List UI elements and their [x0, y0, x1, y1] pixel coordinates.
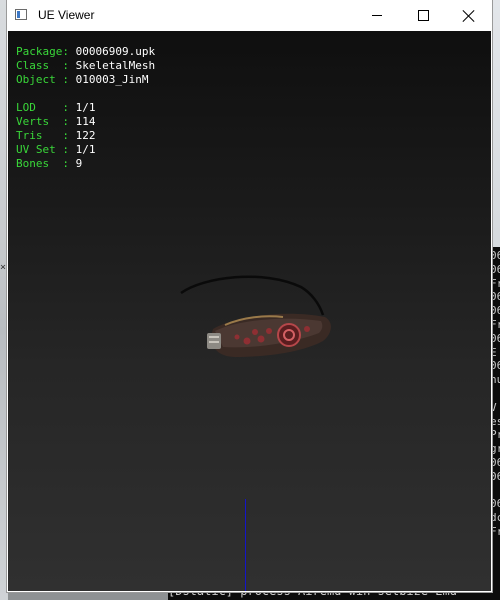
- stat-row-uv-set: UV Set : 1/1: [16, 143, 96, 156]
- 3d-viewport[interactable]: Package: 00006909.upk Class : SkeletalMe…: [8, 31, 491, 591]
- maximize-icon: [417, 10, 429, 21]
- stat-row-verts: Verts : 114: [16, 115, 96, 128]
- stat-row-lod: LOD : 1/1: [16, 101, 96, 114]
- ue-viewer-window: UE Viewer Package: 00006909.upk Class : …: [7, 0, 492, 592]
- minimize-icon: [372, 15, 382, 16]
- app-window-icon: [15, 9, 27, 20]
- window-title: UE Viewer: [38, 8, 95, 22]
- close-icon: [463, 10, 475, 22]
- info-row-object: Object : 010003_JinM: [16, 73, 149, 86]
- close-button[interactable]: [446, 0, 492, 31]
- maximize-button[interactable]: [400, 0, 446, 31]
- minimize-button[interactable]: [354, 0, 400, 31]
- stat-row-tris: Tris : 122: [16, 129, 96, 142]
- info-row-class: Class : SkeletalMesh: [16, 59, 156, 72]
- stat-row-bones: Bones : 9: [16, 157, 83, 170]
- info-row-package: Package: 00006909.upk: [16, 45, 156, 58]
- z-axis-line: [245, 499, 246, 591]
- mesh-info-overlay: Package: 00006909.upk Class : SkeletalMe…: [16, 45, 155, 171]
- mesh-preview-eyepatch: [180, 275, 331, 357]
- title-bar[interactable]: UE Viewer: [7, 0, 492, 31]
